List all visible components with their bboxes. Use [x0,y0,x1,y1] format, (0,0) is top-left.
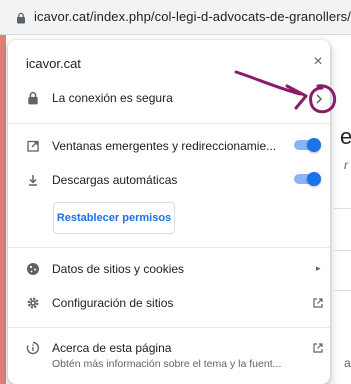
site-info-popup: icavor.cat × La conexión es segura Venta… [8,40,330,384]
about-page-label: Acerca de esta página [52,341,172,355]
permission-label: Ventanas emergentes y redireccionamie... [52,139,277,153]
site-domain: icavor.cat [26,56,81,71]
external-link-icon [313,343,323,353]
toggle-knob [307,172,321,186]
url-text[interactable]: icavor.cat/index.php/col-legi-d-advocats… [34,9,351,24]
divider [8,123,330,124]
popups-toggle[interactable] [294,138,321,152]
site-data-cookies-label: Datos de sitios y cookies [52,262,185,276]
site-settings-label: Configuración de sitios [52,296,174,310]
background-text-fragment: a [344,356,351,370]
connection-security-row[interactable]: La conexión es segura [8,86,330,110]
toggle-knob [307,138,321,152]
about-page-row[interactable]: Acerca de esta página Obtén más informac… [8,338,330,378]
caret-right-icon: ▸ [316,263,321,273]
reset-permissions-button[interactable]: Restablecer permisos [53,202,175,234]
about-page-subtitle: Obtén más información sobre el tema y la… [52,358,282,370]
popup-open-icon [27,140,39,152]
divider [8,327,330,328]
divider [8,247,330,248]
background-heading-fragment: e [340,124,351,149]
page-background-edge [0,35,6,384]
chevron-right-icon[interactable] [315,94,323,104]
permission-row-popups[interactable]: Ventanas emergentes y redireccionamie... [8,136,330,156]
site-data-cookies-row[interactable]: Datos de sitios y cookies ▸ [8,258,330,280]
address-bar[interactable]: icavor.cat/index.php/col-legi-d-advocats… [0,0,351,35]
lock-icon[interactable] [15,12,27,24]
downloads-toggle[interactable] [294,172,321,186]
background-text-fragment: r [344,158,348,172]
background-divider [334,208,351,209]
connection-status-label: La conexión es segura [52,91,173,105]
background-divider [334,250,351,251]
background-divider [334,290,351,291]
permission-label: Descargas automáticas [52,173,178,187]
gear-icon [27,297,39,309]
download-icon [29,175,37,186]
page-background [331,35,351,384]
external-link-icon [313,298,323,308]
cookie-icon [27,263,39,275]
permission-row-downloads[interactable]: Descargas automáticas [8,170,330,190]
close-button[interactable]: × [308,52,328,72]
site-settings-row[interactable]: Configuración de sitios [8,292,330,314]
lock-icon [28,91,38,105]
about-page-icon [26,341,40,355]
